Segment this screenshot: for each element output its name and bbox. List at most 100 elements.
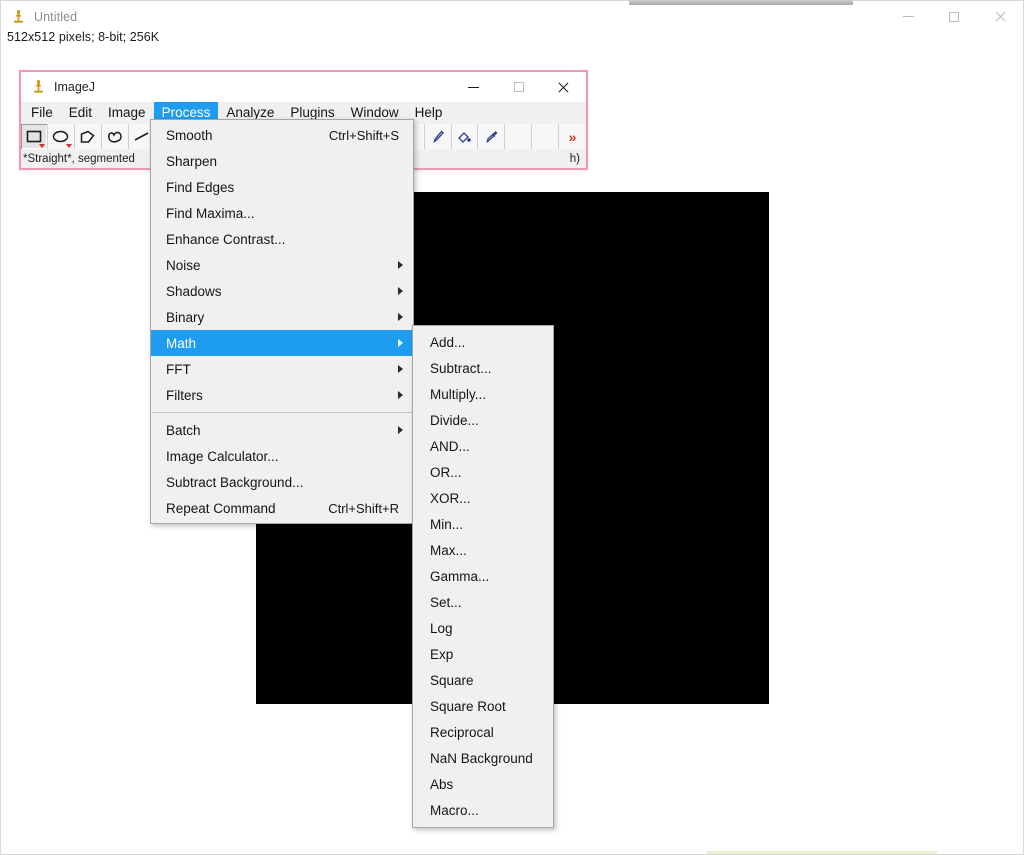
math-submenu: Add... Subtract... Multiply... Divide...… [412,325,554,828]
oval-tool-dropdown-icon[interactable] [66,144,72,148]
submenu-item-abs[interactable]: Abs [413,771,553,797]
submenu-item-square[interactable]: Square [413,667,553,693]
bottom-accent-strip [707,851,937,854]
chevron-right-icon [398,426,403,434]
menu-item-filters[interactable]: Filters [151,382,413,408]
menu-item-label: Subtract... [430,361,492,376]
submenu-item-min[interactable]: Min... [413,511,553,537]
submenu-item-gamma[interactable]: Gamma... [413,563,553,589]
menu-item-sharpen[interactable]: Sharpen [151,148,413,174]
menu-item-batch[interactable]: Batch [151,417,413,443]
menu-item-noise[interactable]: Noise [151,252,413,278]
menu-item-enhance-contrast[interactable]: Enhance Contrast... [151,226,413,252]
submenu-item-divide[interactable]: Divide... [413,407,553,433]
menu-item-smooth[interactable]: Smooth Ctrl+Shift+S [151,122,413,148]
menu-edit[interactable]: Edit [61,102,100,124]
minimize-icon[interactable] [451,72,496,102]
menu-item-label: Binary [166,310,204,325]
minimize-icon[interactable] [885,1,931,32]
microscope-icon [31,79,45,95]
submenu-item-xor[interactable]: XOR... [413,485,553,511]
submenu-item-exp[interactable]: Exp [413,641,553,667]
menu-item-find-maxima[interactable]: Find Maxima... [151,200,413,226]
chevron-right-icon [398,313,403,321]
dropper-tool[interactable] [478,124,505,149]
submenu-item-or[interactable]: OR... [413,459,553,485]
menu-item-repeat-command[interactable]: Repeat Command Ctrl+Shift+R [151,495,413,521]
menu-item-label: Gamma... [430,569,489,584]
submenu-item-nan-background[interactable]: NaN Background [413,745,553,771]
rectangle-tool-dropdown-icon[interactable] [39,144,45,148]
menu-item-label: XOR... [430,491,471,506]
submenu-item-square-root[interactable]: Square Root [413,693,553,719]
imagej-titlebar[interactable]: ImageJ [21,72,586,102]
menu-item-label: Square Root [430,699,506,714]
menu-item-label: Find Edges [166,180,234,195]
menu-separator [152,412,412,413]
close-icon[interactable] [977,1,1023,32]
menu-item-find-edges[interactable]: Find Edges [151,174,413,200]
menu-image[interactable]: Image [100,102,154,124]
menu-item-label: AND... [430,439,470,454]
menu-file[interactable]: File [23,102,61,124]
menu-item-label: Square [430,673,474,688]
menu-item-label: Add... [430,335,465,350]
image-info-text: 512x512 pixels; 8-bit; 256K [7,30,159,44]
outer-window-title: Untitled [34,10,77,24]
menu-item-math[interactable]: Math [151,330,413,356]
menu-item-label: Macro... [430,803,479,818]
maximize-icon[interactable] [931,1,977,32]
menu-item-binary[interactable]: Binary [151,304,413,330]
more-tools-button[interactable]: » [559,124,586,149]
menu-item-label: Reciprocal [430,725,494,740]
submenu-item-add[interactable]: Add... [413,329,553,355]
rectangle-tool[interactable] [21,124,48,149]
menu-item-label: Exp [430,647,453,662]
submenu-item-reciprocal[interactable]: Reciprocal [413,719,553,745]
chevron-right-icon [398,287,403,295]
menu-item-label: Enhance Contrast... [166,232,285,247]
oval-tool[interactable] [48,124,75,149]
submenu-item-and[interactable]: AND... [413,433,553,459]
menu-item-label: Filters [166,388,203,403]
menu-item-label: Multiply... [430,387,486,402]
menu-item-label: Log [430,621,453,636]
menu-item-image-calculator[interactable]: Image Calculator... [151,443,413,469]
menu-item-label: Repeat Command [166,501,276,516]
brush-tool[interactable] [425,124,452,149]
imagej-window-controls [451,72,586,102]
submenu-item-log[interactable]: Log [413,615,553,641]
submenu-item-subtract[interactable]: Subtract... [413,355,553,381]
polygon-tool[interactable] [75,124,102,149]
submenu-item-max[interactable]: Max... [413,537,553,563]
paint-bucket-tool[interactable] [452,124,479,149]
status-text-left: *Straight*, segmented [23,153,135,165]
menu-item-fft[interactable]: FFT [151,356,413,382]
chevron-right-icon [398,391,403,399]
menu-item-label: Image Calculator... [166,449,279,464]
outer-window-titlebar[interactable]: Untitled [1,1,1023,32]
menu-item-shadows[interactable]: Shadows [151,278,413,304]
submenu-item-macro[interactable]: Macro... [413,797,553,823]
menu-item-label: Subtract Background... [166,475,303,490]
menu-item-label: OR... [430,465,462,480]
empty-slot-11[interactable] [505,124,532,149]
maximize-icon[interactable] [496,72,541,102]
menu-item-label: FFT [166,362,191,377]
menu-item-label: Abs [430,777,453,792]
freehand-tool[interactable] [102,124,129,149]
empty-slot-12[interactable] [532,124,559,149]
submenu-item-set[interactable]: Set... [413,589,553,615]
close-icon[interactable] [541,72,586,102]
microscope-icon [11,9,25,25]
imagej-window-title: ImageJ [54,80,95,94]
submenu-item-multiply[interactable]: Multiply... [413,381,553,407]
menu-item-subtract-background[interactable]: Subtract Background... [151,469,413,495]
status-text-right: h) [570,153,586,165]
menu-item-label: Max... [430,543,467,558]
chevron-right-icon [398,365,403,373]
menu-item-label: Find Maxima... [166,206,255,221]
process-dropdown-menu: Smooth Ctrl+Shift+S Sharpen Find Edges F… [150,119,414,524]
bottom-window-edge [629,0,853,5]
menu-item-label: Sharpen [166,154,217,169]
